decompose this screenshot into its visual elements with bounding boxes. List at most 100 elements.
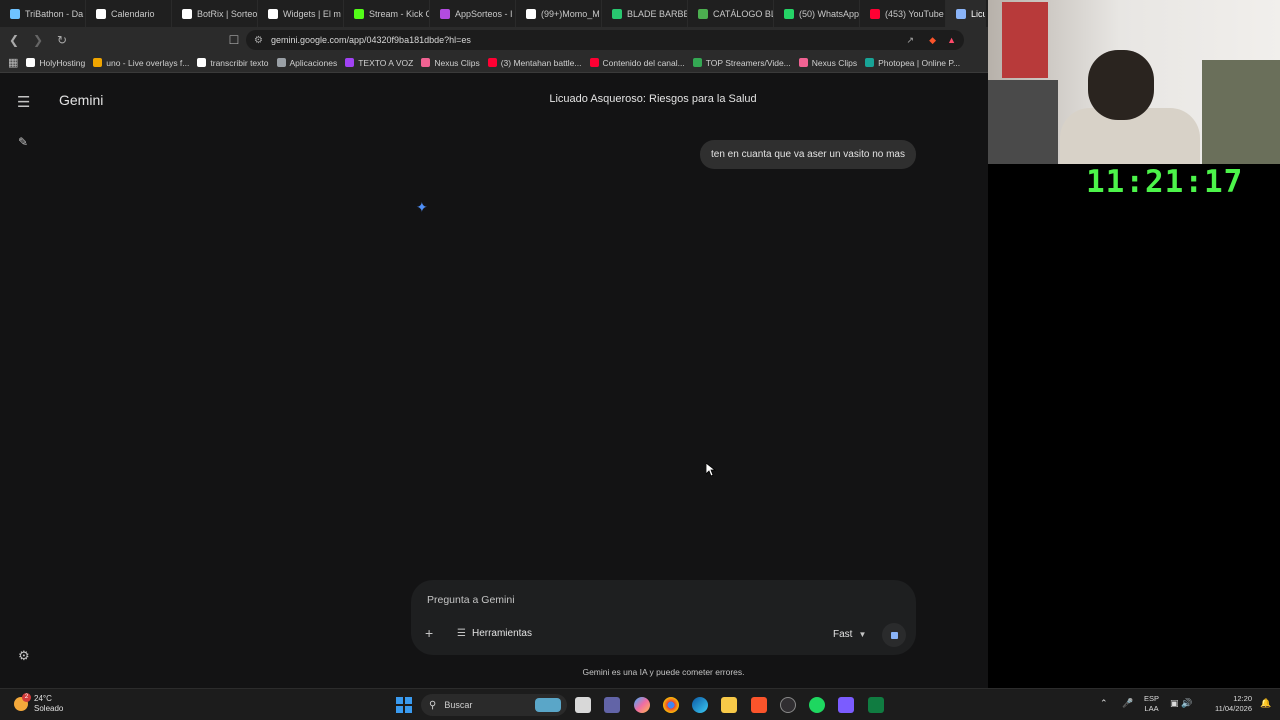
chrome-icon[interactable] xyxy=(663,697,679,713)
tools-button[interactable]: ☰ Herramientas xyxy=(457,628,532,639)
browser-tab[interactable]: Stream - Kick C xyxy=(344,0,430,27)
browser-tab[interactable]: CATÁLOGO BL xyxy=(688,0,774,27)
sun-icon: 2 xyxy=(14,693,31,711)
bookmark-label: transcribir texto xyxy=(210,57,269,68)
obs-icon[interactable] xyxy=(780,697,796,713)
browser-tab[interactable]: TriBathon - Da xyxy=(0,0,86,27)
taskbar-time: 12:20 xyxy=(1233,694,1252,703)
new-chat-icon[interactable]: ✎ xyxy=(18,135,28,149)
keyboard-language[interactable]: ESP LAA xyxy=(1144,694,1159,714)
stop-generation-button[interactable] xyxy=(882,623,906,647)
network-volume-icons[interactable]: ▣ 🔊 xyxy=(1170,698,1192,709)
bookmark-icon[interactable]: ☐ xyxy=(224,30,244,50)
tab-label: Licu xyxy=(971,8,986,19)
tab-label: Stream - Kick C xyxy=(369,8,430,19)
microphone-icon[interactable]: 🎤 xyxy=(1122,698,1133,709)
bookmark-label: Photopea | Online P... xyxy=(878,57,961,68)
conversation-title[interactable]: Licuado Asqueroso: Riesgos para la Salud xyxy=(440,93,866,105)
settings-icon[interactable]: ⚙ xyxy=(18,648,30,664)
copilot-icon[interactable] xyxy=(634,697,650,713)
browser-tab[interactable]: BLADE BARBE xyxy=(602,0,688,27)
reload-icon[interactable]: ↻ xyxy=(52,30,72,50)
tab-label: AppSorteos - I xyxy=(455,8,513,19)
brave-icon[interactable] xyxy=(751,697,767,713)
bookmark-item[interactable]: Nexus Clips xyxy=(798,57,858,68)
bookmark-item[interactable]: transcribir texto xyxy=(197,57,269,68)
bookmark-item[interactable]: Nexus Clips xyxy=(421,58,480,68)
url-field[interactable]: ⚙ gemini.google.com/app/04320f9ba181dbde… xyxy=(246,30,964,50)
tab-favicon-icon xyxy=(268,8,278,19)
browser-tab[interactable]: Calendario xyxy=(86,0,172,27)
excel-icon[interactable] xyxy=(868,697,884,713)
bookmark-item[interactable]: TEXTO A VOZ xyxy=(345,58,413,68)
model-selector[interactable]: Fast ▼ xyxy=(833,629,866,640)
search-icon: ⚲ xyxy=(429,699,437,711)
tab-favicon-icon xyxy=(956,8,966,19)
bookmark-label: Nexus Clips xyxy=(811,57,858,68)
tools-sliders-icon: ☰ xyxy=(457,628,466,639)
tray-chevron-up-icon[interactable]: ⌃ xyxy=(1100,698,1108,709)
bookmark-label: (3) Mentahan battle... xyxy=(500,57,582,68)
bookmark-label: HolyHosting xyxy=(39,57,86,68)
search-label: Buscar xyxy=(444,700,473,710)
apps-grid-icon[interactable]: ▦ xyxy=(8,56,18,69)
bookmark-item[interactable]: HolyHosting xyxy=(26,58,85,68)
browser-tab[interactable]: BotRix | Sorteo xyxy=(172,0,258,27)
tab-label: BotRix | Sorteo xyxy=(197,8,258,19)
browser-tab[interactable]: AppSorteos - I xyxy=(430,0,516,27)
tab-favicon-icon xyxy=(354,8,364,19)
windows-taskbar: 2 24°C Soleado ⚲ Buscar ⌃ 🎤 ESP LAA ▣ 🔊 … xyxy=(0,688,1280,720)
gemini-logo[interactable]: Gemini xyxy=(59,92,103,108)
taskbar-clock[interactable]: 12:20 11/04/2026 xyxy=(1208,694,1252,714)
back-icon[interactable]: ❮ xyxy=(4,30,24,50)
user-message-bubble: ten en cuanta que va aser un vasito no m… xyxy=(699,140,916,169)
brave-shield-icon[interactable]: ◆ xyxy=(929,35,936,46)
browser-tab[interactable]: (50) WhatsApp xyxy=(774,0,860,27)
task-view-icon[interactable] xyxy=(575,697,591,713)
browser-tab[interactable]: Licu xyxy=(946,0,986,27)
tab-favicon-icon xyxy=(96,8,106,19)
tab-label: Widgets | El m xyxy=(283,8,341,19)
weather-widget[interactable]: 2 24°C Soleado xyxy=(14,693,63,714)
browser-tab[interactable]: Widgets | El m xyxy=(258,0,344,27)
bookmark-item[interactable]: TOP Streamers/Vide... xyxy=(692,58,791,68)
notification-badge: 2 xyxy=(22,693,31,702)
mouse-cursor-icon xyxy=(706,463,716,477)
file-explorer-icon[interactable] xyxy=(721,697,737,713)
bookmark-item[interactable]: (3) Mentahan battle... xyxy=(487,57,582,68)
bookmark-favicon-icon xyxy=(276,58,286,67)
bookmarks-bar: ▦ HolyHosting uno - Live overlays f... tra… xyxy=(0,53,988,73)
bookmark-label: TEXTO A VOZ xyxy=(358,57,414,68)
windows-start-icon[interactable] xyxy=(396,697,412,713)
edge-icon[interactable] xyxy=(692,697,708,713)
prompt-input[interactable] xyxy=(427,594,897,606)
app-grid-icon[interactable] xyxy=(838,697,854,713)
webcam-overlay xyxy=(988,0,1280,164)
url-text: gemini.google.com/app/04320f9ba181dbde?h… xyxy=(270,35,471,45)
bookmark-item[interactable]: Aplicaciones xyxy=(276,58,337,68)
tab-label: Calendario xyxy=(111,8,155,19)
teams-icon[interactable] xyxy=(604,697,620,713)
prompt-composer: + ☰ Herramientas Fast ▼ xyxy=(411,580,916,655)
bookmark-item[interactable]: Contenido del canal... xyxy=(589,58,685,68)
browser-tab[interactable]: (99+)Momo_M xyxy=(516,0,602,27)
brave-rewards-icon[interactable]: ▲ xyxy=(947,35,956,45)
forward-icon[interactable]: ❯ xyxy=(28,30,48,50)
taskbar-search[interactable]: ⚲ Buscar xyxy=(421,694,567,716)
share-icon[interactable]: ↗ xyxy=(906,35,914,46)
notifications-bell-icon[interactable]: 🔔 xyxy=(1260,698,1271,709)
site-info-icon[interactable]: ⚙ xyxy=(254,35,263,46)
bookmark-item[interactable]: uno - Live overlays f... xyxy=(93,58,189,68)
bookmark-favicon-icon xyxy=(692,58,702,67)
menu-icon[interactable]: ☰ xyxy=(17,93,30,111)
tab-label: BLADE BARBE xyxy=(627,8,688,19)
add-attachment-button[interactable]: + xyxy=(425,625,433,641)
spotify-icon[interactable] xyxy=(809,697,825,713)
bookmark-item[interactable]: Photopea | Online P... xyxy=(865,58,960,68)
bookmark-favicon-icon xyxy=(197,58,207,67)
tab-label: CATÁLOGO BL xyxy=(713,8,774,19)
bookmark-favicon-icon xyxy=(865,58,875,67)
browser-tab[interactable]: (453) YouTube xyxy=(860,0,946,27)
stream-clock: 11:21:17 xyxy=(1086,164,1244,200)
bookmark-favicon-icon xyxy=(26,58,36,67)
